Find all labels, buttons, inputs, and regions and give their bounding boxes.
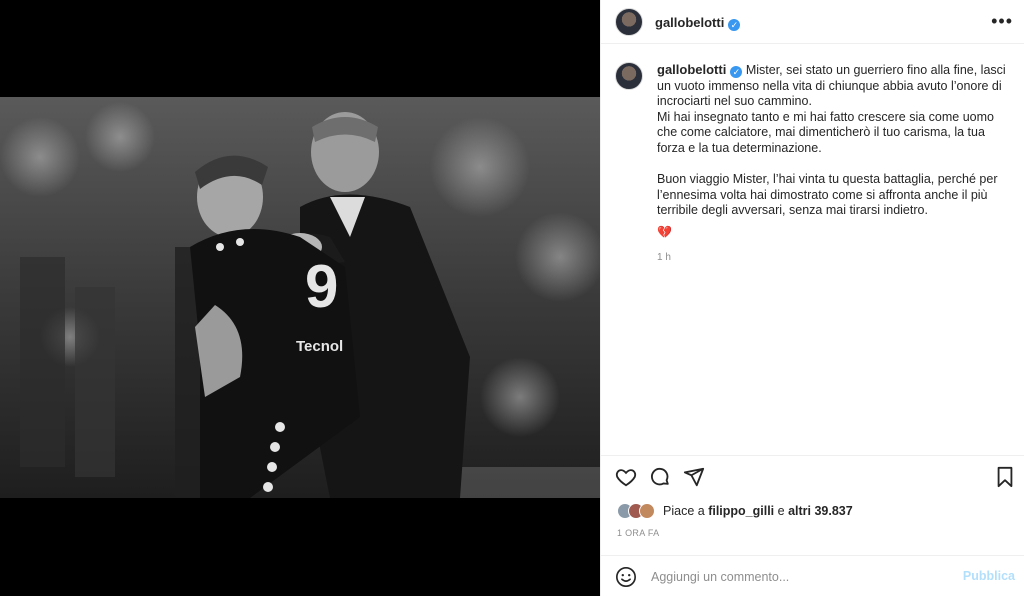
likes-conj: e [777,504,785,518]
caption-username[interactable]: gallobelotti [657,62,726,77]
share-send-icon[interactable] [683,466,705,493]
avatar[interactable] [615,8,643,36]
caption-line-2: Mi hai insegnato tanto e mi hai fatto cr… [657,109,994,155]
caption-line-3: Buon viaggio Mister, l’hai vinta tu ques… [657,172,998,218]
post-side-panel: gallobelotti ✓ ••• gallobelotti ✓ Mister, … [600,0,1024,596]
publish-button[interactable]: Pubblica [963,569,1015,583]
post-timestamp[interactable]: 1 ORA FA [617,528,659,538]
caption-age: 1 h [657,251,671,263]
likes-summary: Piace a filippo_gilli e altri 39.837 [617,502,853,520]
liker-avatar [639,503,655,519]
photo-illustration: 9 Tecnol [0,97,600,498]
add-comment-bar: Pubblica [601,555,1024,597]
header-username[interactable]: gallobelotti [655,15,724,30]
svg-text:9: 9 [305,253,338,320]
comment-input[interactable] [649,567,953,587]
post-photo[interactable]: 9 Tecnol [0,97,600,498]
post-actions [601,455,1024,502]
likes-user-link[interactable]: filippo_gilli [708,504,774,518]
comment-icon[interactable] [649,466,671,493]
likes-prefix: Piace a [663,504,705,518]
caption-paragraph-1: gallobelotti ✓ Mister, sei stato un guerr… [657,62,1007,110]
verified-badge-icon: ✓ [730,66,743,78]
save-bookmark-icon[interactable] [995,466,1015,493]
emoji-icon[interactable] [615,566,637,593]
verified-badge-icon: ✓ [728,19,741,31]
caption: gallobelotti ✓ Mister, sei stato un guerr… [657,62,1007,265]
post-header: gallobelotti ✓ ••• [601,0,1024,44]
caption-avatar[interactable] [615,62,643,90]
comments-section: gallobelotti ✓ Mister, sei stato un guerr… [601,48,1024,454]
like-heart-icon[interactable] [615,466,637,493]
likes-others-link[interactable]: altri 39.837 [788,504,853,518]
svg-text:Tecnol: Tecnol [296,338,343,355]
more-options-icon[interactable]: ••• [991,12,1013,30]
post-media: 9 Tecnol [0,0,600,596]
header-username-row: gallobelotti ✓ [655,14,741,32]
broken-heart-emoji: 💔 [657,224,672,239]
